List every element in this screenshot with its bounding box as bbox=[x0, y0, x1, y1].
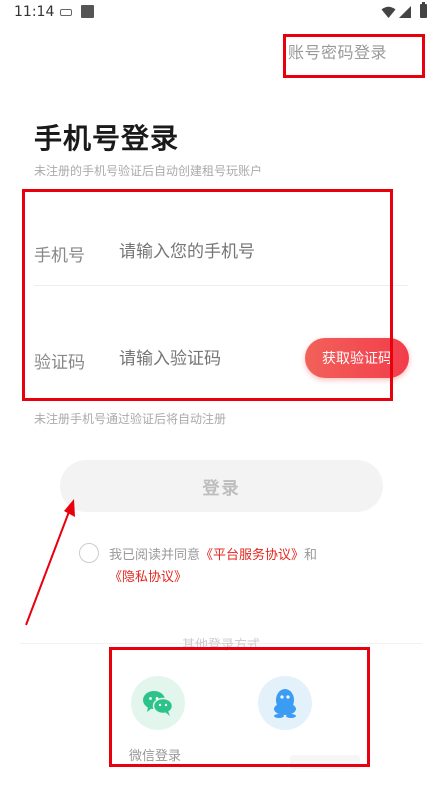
agreement-text-line2: 《隐私协议》 bbox=[109, 566, 187, 585]
status-bar: 11:14 bbox=[0, 0, 442, 26]
login-button[interactable]: 登录 bbox=[60, 460, 383, 512]
annotation-box-social bbox=[109, 647, 370, 767]
privacy-agreement-link[interactable]: 《隐私协议》 bbox=[109, 570, 187, 585]
battery-icon bbox=[420, 2, 427, 18]
notification-icon bbox=[81, 5, 94, 18]
annotation-box-top-link bbox=[283, 34, 425, 78]
agreement-and: 和 bbox=[304, 548, 318, 563]
status-time: 11:14 bbox=[14, 4, 55, 20]
keyboard-icon bbox=[60, 9, 72, 16]
agreement-text: 我已阅读并同意《平台服务协议》和 bbox=[109, 544, 317, 563]
register-note: 未注册手机号通过验证后将自动注册 bbox=[34, 412, 227, 426]
agreement-prefix: 我已阅读并同意 bbox=[109, 548, 201, 563]
signal-icon bbox=[399, 6, 411, 18]
wifi-icon bbox=[381, 6, 396, 18]
platform-agreement-link[interactable]: 《平台服务协议》 bbox=[200, 548, 304, 563]
annotation-box-form bbox=[22, 189, 393, 401]
agreement-radio[interactable] bbox=[79, 543, 99, 563]
annotation-arrow bbox=[25, 499, 75, 626]
page-subtitle: 未注册的手机号验证后自动创建租号玩账户 bbox=[34, 164, 263, 178]
page-title: 手机号登录 bbox=[34, 122, 180, 155]
